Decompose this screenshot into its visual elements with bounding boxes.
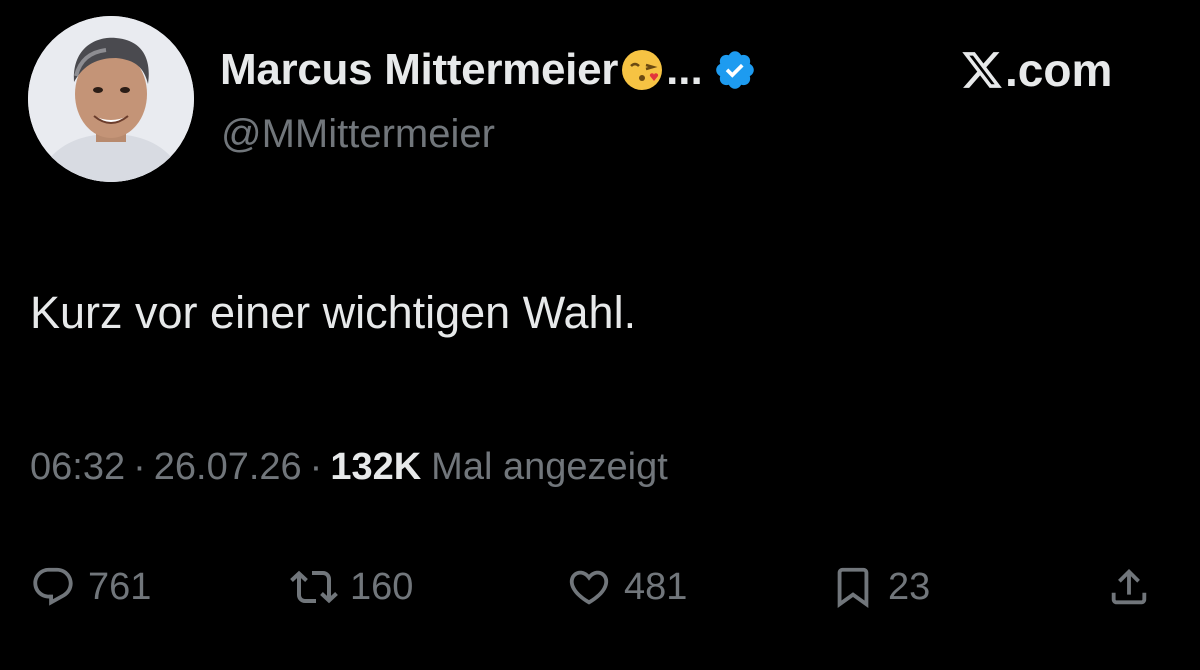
bookmark-button[interactable]: 23 xyxy=(830,555,930,619)
author-handle[interactable]: @MMittermeier xyxy=(221,112,495,157)
bookmark-count: 23 xyxy=(888,565,931,608)
site-brand: .com xyxy=(960,42,1112,98)
tweet-text: Kurz vor einer wichtigen Wahl. xyxy=(30,287,637,338)
action-bar: 761 160 481 23 xyxy=(0,555,1200,619)
meta-separator: · xyxy=(309,446,323,488)
tweet-meta: 06:32 · 26.07.26 · 132K Mal angezeigt xyxy=(30,446,668,489)
like-count: 481 xyxy=(624,565,688,608)
retweet-button[interactable]: 160 xyxy=(290,555,413,619)
reply-button[interactable]: 761 xyxy=(30,555,151,619)
retweet-icon xyxy=(290,563,338,611)
meta-separator: · xyxy=(133,446,146,488)
heart-icon xyxy=(566,564,612,610)
x-logo-icon xyxy=(960,48,1004,92)
like-button[interactable]: 481 xyxy=(566,555,687,619)
kissing-face-emoji-icon xyxy=(620,48,664,92)
tweet-time[interactable]: 06:32 xyxy=(30,446,125,489)
reply-icon xyxy=(30,564,76,610)
site-domain-suffix: .com xyxy=(1005,44,1113,96)
author-name-row[interactable]: Marcus Mittermeier ... xyxy=(220,40,757,100)
verified-badge-icon xyxy=(713,48,757,92)
share-icon xyxy=(1106,564,1152,610)
avatar[interactable] xyxy=(28,16,194,182)
bookmark-icon xyxy=(830,564,876,610)
views-count: 132K xyxy=(330,446,422,488)
tweet-date[interactable]: 26.07.26 xyxy=(154,446,302,489)
name-ellipsis: ... xyxy=(666,45,703,94)
share-button[interactable] xyxy=(1106,555,1152,619)
tweet-card: Marcus Mittermeier ... @MMittermeier .co… xyxy=(0,0,1200,670)
retweet-count: 160 xyxy=(350,565,414,608)
author-display-name[interactable]: Marcus Mittermeier xyxy=(220,45,618,95)
views-label: Mal angezeigt xyxy=(431,446,668,488)
reply-count: 761 xyxy=(88,565,152,608)
